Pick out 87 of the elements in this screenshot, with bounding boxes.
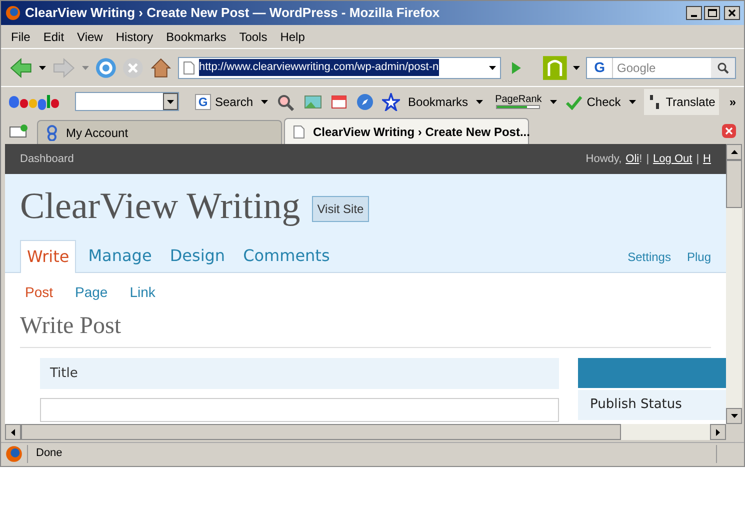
search-icon (717, 62, 730, 74)
plugins-link[interactable]: Plug (686, 248, 711, 266)
nav-tab[interactable]: Manage (82, 240, 158, 272)
visit-site-button[interactable]: Visit Site (312, 196, 369, 222)
search-box[interactable]: G Google (586, 56, 736, 78)
firefox-icon (5, 5, 21, 21)
down-arrow-icon[interactable] (730, 414, 738, 418)
nav-tab[interactable]: Write (20, 240, 76, 273)
publish-status-label: Publish Status (590, 396, 682, 414)
scrollbar-thumb[interactable] (21, 424, 621, 440)
new-tab-icon[interactable] (9, 124, 29, 138)
maximize-icon (708, 9, 716, 17)
menu-item[interactable]: View (71, 26, 109, 48)
site-title: ClearView Writing (20, 184, 300, 229)
close-tab-button[interactable] (722, 124, 736, 138)
dropdown-arrow-icon[interactable] (167, 100, 174, 104)
logout-link[interactable]: Log Out (653, 150, 692, 168)
menu-item[interactable]: Edit (37, 26, 70, 48)
rings-icon (46, 124, 58, 140)
title-input-field[interactable] (40, 398, 559, 422)
exclamation-text: ! (639, 152, 642, 167)
sub-nav-link[interactable]: Page (75, 282, 108, 302)
home-icon[interactable] (150, 56, 172, 78)
browser-tab[interactable]: ClearView Writing › Create New Post... (284, 118, 529, 144)
calendar-icon[interactable] (330, 94, 348, 110)
overflow-chevron[interactable]: » (729, 92, 736, 110)
menu-item[interactable]: File (5, 26, 36, 48)
google-search-field[interactable] (75, 92, 179, 111)
search-button[interactable]: G Search (195, 92, 254, 110)
spell-check-button[interactable]: Check (564, 92, 621, 110)
separator-text: | (696, 152, 700, 167)
vertical-scrollbar[interactable] (726, 144, 742, 424)
pagerank-button[interactable]: PageRank (495, 94, 542, 109)
window-title: ClearView Writing › Create New Post — WordPress - Mozilla Firefox (25, 4, 440, 22)
settings-link[interactable]: Settings (628, 248, 671, 266)
star-icon[interactable] (382, 92, 400, 110)
separator-text: | (646, 152, 650, 167)
compass-icon[interactable] (356, 92, 374, 110)
page-heading: Write Post (20, 311, 711, 348)
google-logo-icon (9, 94, 59, 110)
address-field[interactable]: http://www.clearviewwriting.com/wp-admin/post-n (178, 56, 502, 78)
reload-icon[interactable] (94, 56, 116, 78)
dropdown-arrow-icon[interactable] (573, 66, 580, 70)
up-arrow-icon[interactable] (730, 150, 738, 154)
browser-tab[interactable]: My Account (37, 120, 282, 144)
search-field[interactable]: Google (613, 58, 712, 78)
title-label: Title (50, 364, 78, 383)
horizontal-scrollbar[interactable] (5, 424, 726, 440)
dashboard-link[interactable]: Dashboard (20, 150, 74, 168)
help-link[interactable]: H (703, 150, 711, 168)
nav-tab[interactable]: Design (164, 240, 232, 272)
image-icon[interactable] (304, 94, 322, 110)
dropdown-arrow-icon[interactable] (476, 100, 484, 104)
dropdown-arrow-icon[interactable] (628, 100, 636, 104)
left-arrow-icon[interactable] (11, 428, 15, 436)
right-arrow-icon[interactable] (716, 428, 720, 436)
menu-item[interactable]: Tools (233, 26, 274, 48)
firefox-icon (5, 444, 23, 462)
close-button[interactable] (724, 6, 740, 20)
bookmarks-button[interactable]: Bookmarks (408, 92, 468, 110)
nav-tab[interactable]: Comments (237, 240, 336, 272)
minimize-icon (691, 15, 697, 17)
back-arrow-icon[interactable] (9, 56, 33, 78)
minimize-button[interactable] (686, 6, 702, 20)
search-button[interactable] (711, 58, 736, 78)
menu-item[interactable]: Help (274, 26, 311, 48)
maximize-button[interactable] (704, 6, 720, 20)
sub-nav-link[interactable]: Link (130, 282, 156, 302)
dropdown-arrow-icon[interactable] (550, 100, 557, 104)
menu-item[interactable]: Bookmarks (160, 26, 232, 48)
status-text: Done (27, 444, 717, 462)
close-icon (725, 127, 733, 135)
checkmark-icon (564, 94, 583, 110)
dropdown-arrow-icon[interactable] (489, 66, 496, 70)
page-icon (182, 60, 195, 74)
magnifier-icon[interactable] (276, 92, 296, 110)
translate-button[interactable]: Translate (644, 88, 720, 114)
greeting-text: Howdy, (586, 152, 622, 167)
sub-nav-link[interactable]: Post (25, 282, 54, 302)
menu-item[interactable]: History (110, 26, 160, 48)
search-engine-button[interactable]: G (587, 58, 614, 78)
user-link[interactable]: Oli (626, 150, 640, 168)
scrollbar-thumb[interactable] (726, 160, 742, 208)
dropdown-arrow-icon[interactable] (261, 100, 268, 104)
close-icon (728, 9, 736, 17)
dropdown-arrow-icon[interactable] (38, 66, 46, 70)
page-icon (293, 124, 305, 138)
